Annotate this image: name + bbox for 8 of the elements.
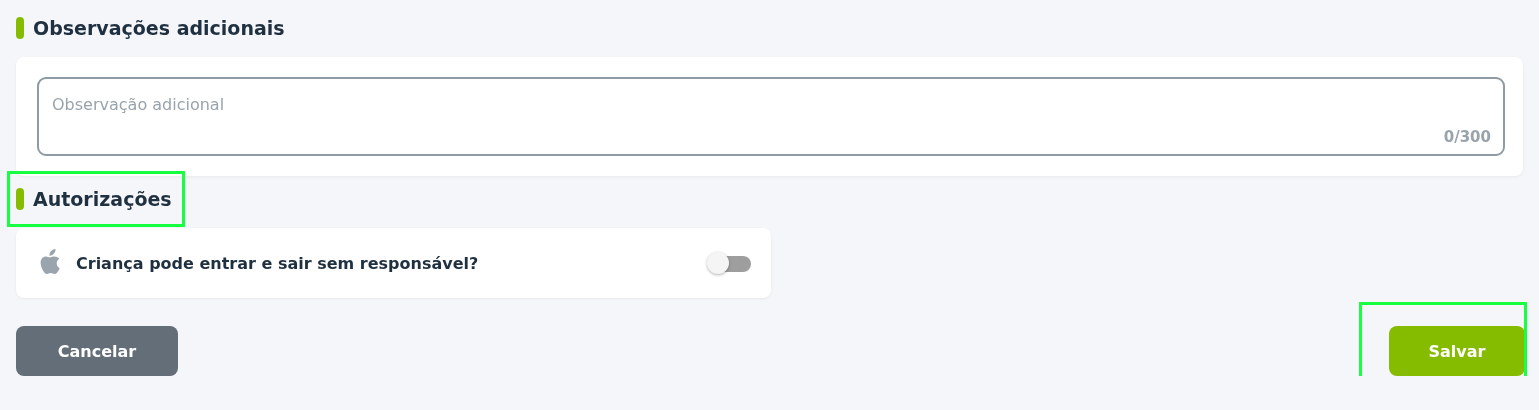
cancel-button[interactable]: Cancelar: [16, 326, 178, 376]
accent-bar: [16, 17, 24, 39]
accent-bar: [16, 188, 24, 210]
character-counter: 0/300: [1443, 128, 1491, 146]
toggle-label: Criança pode entrar e sair sem responsável?: [76, 253, 480, 273]
section-title: Autorizações: [33, 188, 172, 210]
toggle-switch[interactable]: [707, 252, 751, 274]
section-title: Observações adicionais: [33, 17, 285, 39]
